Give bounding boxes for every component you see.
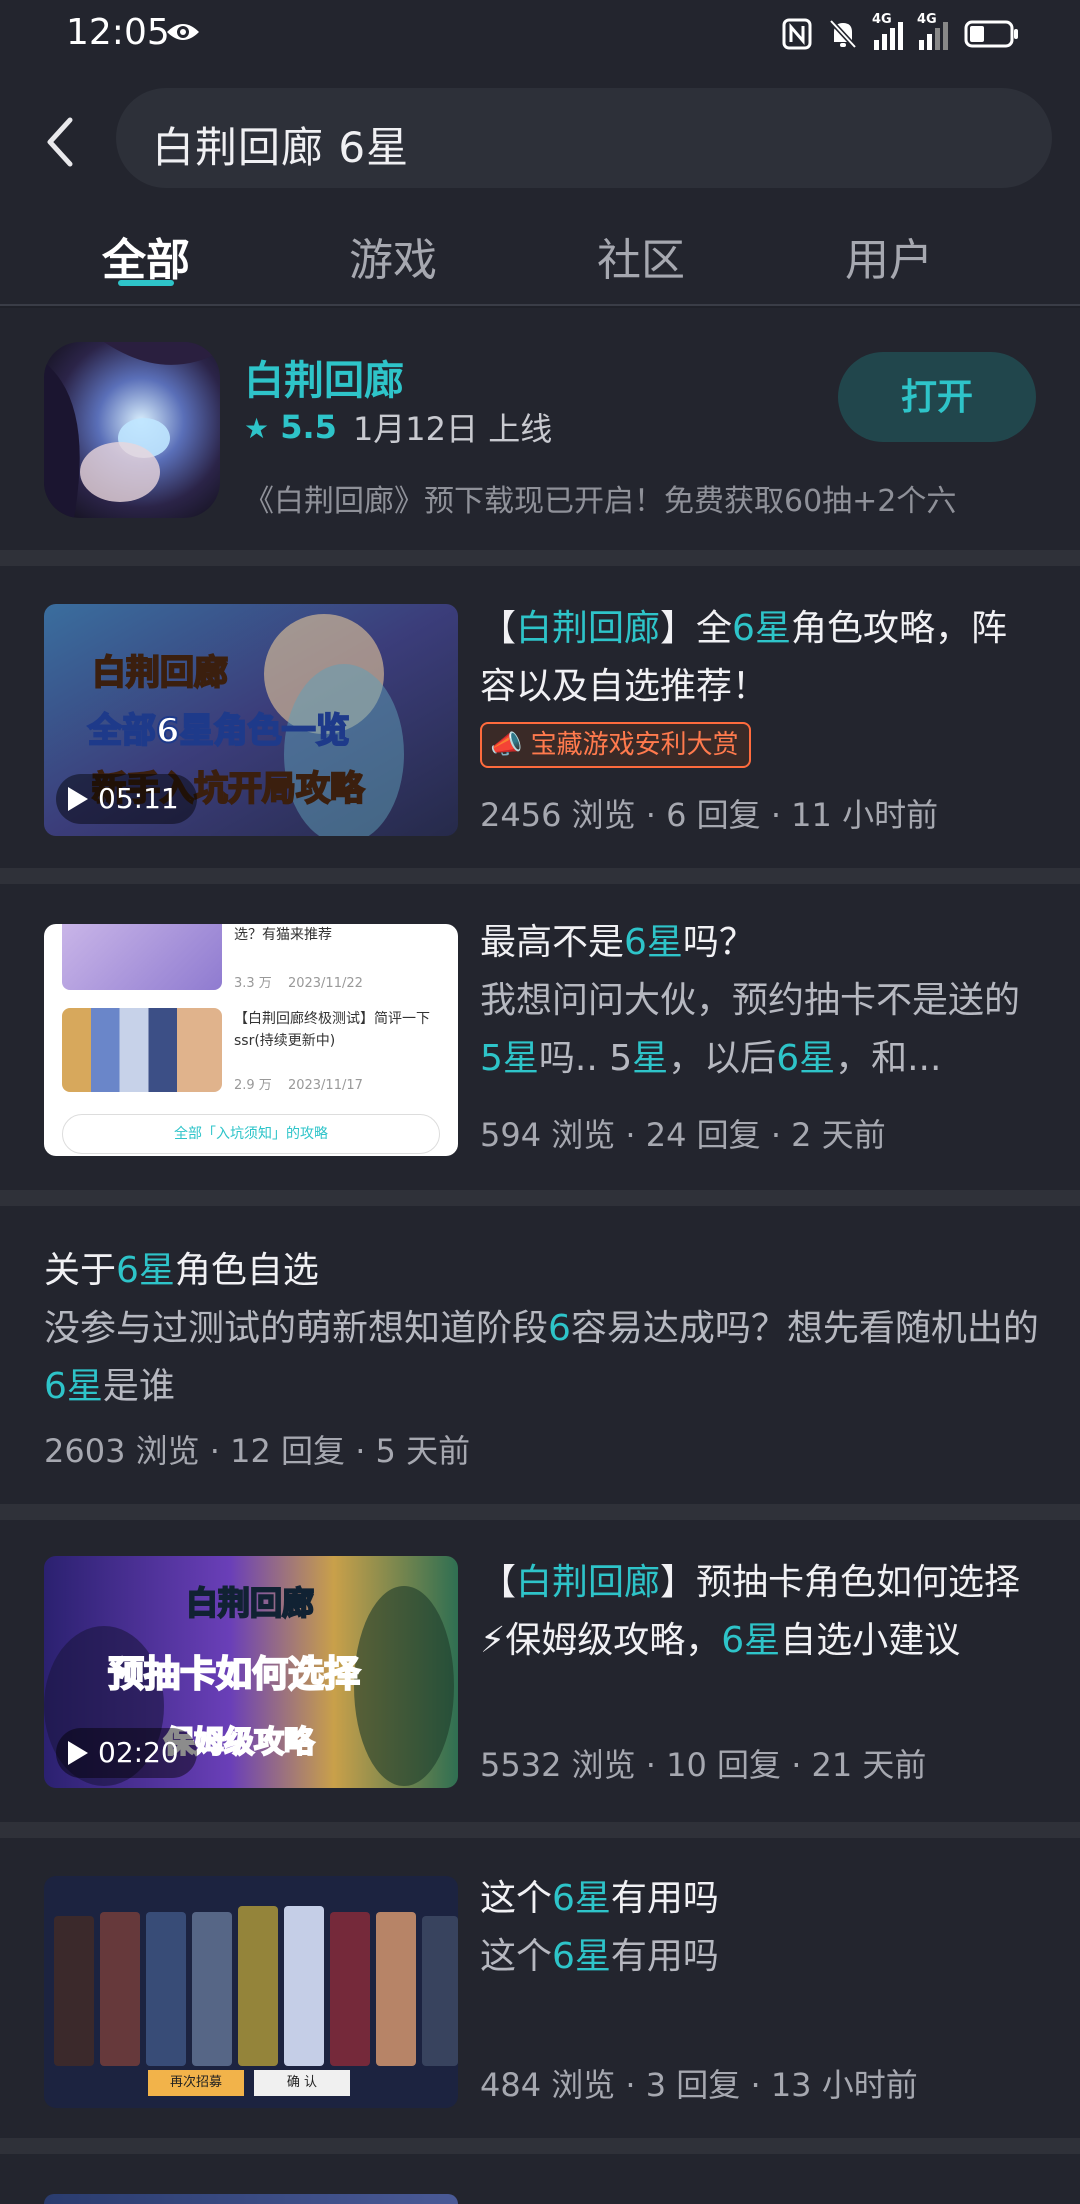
post-stats: 5532 浏览 · 10 回复 · 21 天前 <box>480 1746 927 1784</box>
thumb-footer-button: 全部「入坑须知」的攻略 <box>62 1114 440 1154</box>
post-excerpt[interactable]: 这个6星有用吗 <box>480 1928 1040 1986</box>
play-icon <box>68 787 88 811</box>
open-game-button[interactable]: 打开 <box>838 352 1036 442</box>
post-stats: 484 浏览 · 3 回复 · 13 小时前 <box>480 2066 918 2104</box>
post-title[interactable]: 【白荆回廊】全6星角色攻略，阵容以及自选推荐！ <box>480 600 1040 716</box>
post-body[interactable]: 最高不是6星吗？ 我想问问大伙，预约抽卡不是送的5星吗.. 5星，以后6星，和.… <box>480 914 1040 1088</box>
image-thumbnail[interactable]: 再次招募 确 认 <box>44 1876 458 2108</box>
post-body[interactable]: 这个6星有用吗 这个6星有用吗 <box>480 1870 1040 1986</box>
search-input[interactable]: 白荆回廊 6星 <box>116 88 1052 188</box>
post-body[interactable]: 【白荆回廊】预抽卡角色如何选择⚡保姆级攻略，6星自选小建议 <box>480 1554 1040 1670</box>
post-stats: 594 浏览 · 24 回复 · 2 天前 <box>480 1116 886 1154</box>
tab-users[interactable]: 用户 <box>789 224 989 288</box>
signal-icon: 4G <box>917 12 948 50</box>
thumb-row-views: 3.3 万 <box>234 976 272 991</box>
bell-off-icon <box>829 19 857 49</box>
confirm-button: 确 认 <box>254 2070 350 2096</box>
game-icon[interactable] <box>44 342 220 518</box>
play-icon <box>68 1741 88 1765</box>
post-item-partial[interactable] <box>0 2154 1080 2204</box>
video-duration: 05:11 <box>56 774 197 824</box>
recruit-again-button: 再次招募 <box>148 2070 244 2096</box>
status-bar: 12:05 4G 4G <box>0 0 1080 70</box>
thumb-row-views: 2.9 万 <box>234 1078 272 1093</box>
signal-icon: 4G <box>872 12 903 50</box>
nfc-icon <box>782 18 812 50</box>
post-stats: 2456 浏览 · 6 回复 · 11 小时前 <box>480 796 939 834</box>
thumb-row-title: 【白荆回廊终极测试】简评一下ssr(持续更新中) <box>234 1011 430 1049</box>
megaphone-icon: 📣 <box>490 730 523 760</box>
network-type-2: 4G <box>917 12 937 27</box>
tab-community[interactable]: 社区 <box>541 224 741 288</box>
game-result-card[interactable]: 白荆回廊 ★ 5.5 1月12日 上线 《白荆回廊》预下载现已开启！免费获取60… <box>0 308 1080 550</box>
thumb-overlay-subtitle: 预抽卡如何选择 <box>108 1654 361 1695</box>
badge-label: 宝藏游戏安利大赏 <box>530 730 739 760</box>
divider <box>0 550 1080 566</box>
event-badge[interactable]: 📣 宝藏游戏安利大赏 <box>480 722 751 768</box>
back-arrow-icon[interactable] <box>38 112 88 172</box>
post-item[interactable]: 再次招募 确 认 这个6星有用吗 这个6星有用吗 484 浏览 · 3 回复 ·… <box>0 1838 1080 2138</box>
star-icon: ★ <box>244 412 270 445</box>
divider <box>0 1822 1080 1838</box>
divider <box>0 1504 1080 1520</box>
game-title[interactable]: 白荆回廊 <box>244 348 404 406</box>
rating-value: 5.5 <box>280 408 337 446</box>
thumb-overlay-title: 白荆回廊 <box>186 1584 314 1622</box>
post-title[interactable]: 【白荆回廊】预抽卡角色如何选择⚡保姆级攻略，6星自选小建议 <box>480 1554 1040 1670</box>
post-title[interactable]: 关于6星角色自选 <box>44 1242 1040 1300</box>
battery-icon <box>964 20 1018 48</box>
active-tab-indicator <box>118 280 174 286</box>
duration-text: 05:11 <box>98 782 179 815</box>
post-item[interactable]: 白荆回廊 全部6星角色一览 新手入坑开局攻略 05:11 【白荆回廊】全6星角色… <box>0 566 1080 868</box>
network-type-1: 4G <box>872 12 892 27</box>
post-item[interactable]: 关于6星角色自选 没参与过测试的萌新想知道阶段6容易达成吗？想先看随机出的6星是… <box>0 1206 1080 1504</box>
search-header: 白荆回廊 6星 <box>0 70 1080 210</box>
divider <box>0 868 1080 884</box>
partial-thumbnail[interactable] <box>44 2194 458 2204</box>
image-thumbnail[interactable]: 选？有猫来推荐 3.3 万 2023/11/22 【白荆回廊终极测试】简评一下s… <box>44 924 458 1156</box>
tab-all[interactable]: 全部 <box>46 224 246 288</box>
video-thumbnail[interactable]: 白荆回廊 预抽卡如何选择 保姆级攻略 02:20 <box>44 1556 458 1788</box>
post-item[interactable]: 选？有猫来推荐 3.3 万 2023/11/22 【白荆回廊终极测试】简评一下s… <box>0 884 1080 1190</box>
post-body[interactable]: 【白荆回廊】全6星角色攻略，阵容以及自选推荐！ 📣 宝藏游戏安利大赏 <box>480 600 1040 768</box>
result-tabs: 全部 游戏 社区 用户 <box>0 210 1080 306</box>
game-rating: ★ 5.5 <box>244 408 337 446</box>
launch-date: 1月12日 上线 <box>352 410 553 448</box>
post-title[interactable]: 最高不是6星吗？ <box>480 914 1040 972</box>
post-excerpt[interactable]: 我想问问大伙，预约抽卡不是送的5星吗.. 5星，以后6星，和... <box>480 972 1040 1088</box>
post-body[interactable]: 关于6星角色自选 没参与过测试的萌新想知道阶段6容易达成吗？想先看随机出的6星是… <box>44 1242 1040 1416</box>
thumb-row-title: 选？有猫来推荐 <box>234 927 332 943</box>
eye-icon <box>167 24 199 40</box>
post-item[interactable]: 白荆回廊 预抽卡如何选择 保姆级攻略 02:20 【白荆回廊】预抽卡角色如何选择… <box>0 1520 1080 1822</box>
video-duration: 02:20 <box>56 1728 197 1778</box>
divider <box>0 1190 1080 1206</box>
post-stats: 2603 浏览 · 12 回复 · 5 天前 <box>44 1432 471 1470</box>
thumb-row-date: 2023/11/17 <box>287 1078 363 1093</box>
search-query[interactable]: 白荆回廊 6星 <box>152 114 409 175</box>
post-excerpt[interactable]: 没参与过测试的萌新想知道阶段6容易达成吗？想先看随机出的6星是谁 <box>44 1300 1040 1416</box>
status-icons: 4G 4G <box>782 12 1020 54</box>
post-title[interactable]: 这个6星有用吗 <box>480 1870 1040 1928</box>
thumb-row-date: 2023/11/22 <box>287 976 363 991</box>
tab-games[interactable]: 游戏 <box>293 224 493 288</box>
game-description: 《白荆回廊》预下载现已开启！免费获取60抽+2个六 <box>244 484 957 519</box>
duration-text: 02:20 <box>98 1736 179 1769</box>
divider <box>0 2138 1080 2154</box>
thumb-overlay-title: 白荆回廊 <box>92 653 228 693</box>
thumb-overlay-subtitle: 全部6星角色一览 <box>87 711 350 751</box>
video-thumbnail[interactable]: 白荆回廊 全部6星角色一览 新手入坑开局攻略 05:11 <box>44 604 458 836</box>
game-meta: ★ 5.5 1月12日 上线 <box>244 404 552 450</box>
status-time: 12:05 <box>66 12 170 53</box>
